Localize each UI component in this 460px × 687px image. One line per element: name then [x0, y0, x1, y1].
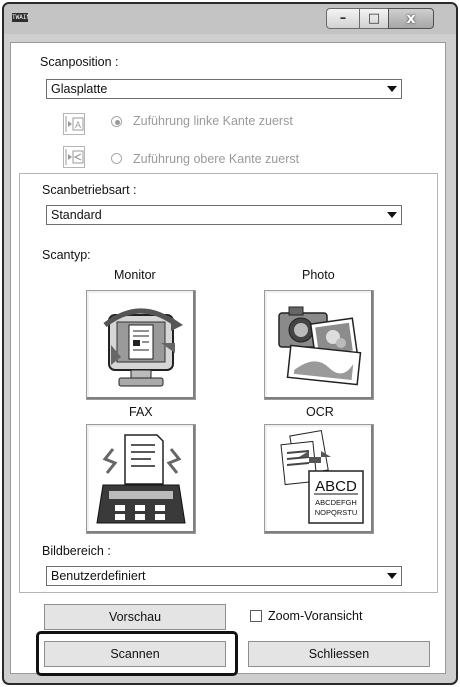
scan-mode-value: Standard [51, 208, 102, 222]
scan-mode-label: Scanbetriebsart : [42, 183, 137, 197]
feed-top-edge-radio[interactable] [111, 153, 122, 164]
scan-type-ocr-label: OCR [306, 405, 334, 419]
scan-type-monitor-label: Monitor [114, 268, 156, 282]
feed-left-edge-radio[interactable] [111, 116, 122, 127]
ocr-small-text-1: ABCDEFGH [315, 498, 357, 507]
feed-left-edge-label: Zuführung linke Kante zuerst [133, 114, 293, 128]
scan-position-select[interactable]: Glasplatte [46, 79, 402, 99]
caption-buttons: – □ x [326, 8, 434, 29]
close-icon: x [406, 11, 416, 27]
preview-button[interactable]: Vorschau [44, 604, 226, 630]
scan-type-label: Scantyp: [42, 248, 91, 262]
photo-icon [278, 306, 362, 386]
scan-settings-group [19, 173, 438, 593]
feed-left-letter: A [75, 120, 81, 130]
minimize-button[interactable]: – [326, 8, 359, 29]
image-area-value: Benutzerdefiniert [51, 569, 146, 583]
maximize-button[interactable]: □ [359, 8, 388, 29]
monitor-icon [103, 308, 183, 387]
scan-mode-select[interactable]: Standard [46, 205, 402, 225]
scan-type-fax-label: FAX [129, 405, 153, 419]
chevron-down-icon [387, 86, 397, 92]
chevron-down-icon [387, 573, 397, 579]
scan-type-monitor-button[interactable] [86, 290, 196, 400]
zoom-preview-checkbox[interactable] [250, 610, 262, 622]
fax-icon [96, 434, 186, 524]
scan-type-photo-label: Photo [302, 268, 335, 282]
chevron-down-icon [387, 212, 397, 218]
feed-top-edge-label: Zuführung obere Kante zuerst [133, 152, 300, 166]
title-bar[interactable]: TWAIN – □ x [4, 4, 456, 34]
ocr-small-text-2: NOPQRSTU [315, 508, 358, 517]
scan-position-value: Glasplatte [51, 82, 108, 96]
feed-left-edge-icon: A [63, 113, 85, 135]
close-button[interactable]: Schliessen [248, 641, 430, 667]
maximize-icon: □ [367, 11, 381, 26]
ocr-big-text: ABCD [315, 478, 357, 495]
image-area-label: Bildbereich : [42, 544, 111, 558]
scan-type-photo-button[interactable] [264, 290, 374, 400]
ocr-icon: ABCD ABCDEFGH NOPQRSTU [280, 429, 364, 524]
scan-type-fax-button[interactable] [86, 424, 196, 534]
scan-button[interactable]: Scannen [44, 641, 226, 667]
image-area-select[interactable]: Benutzerdefiniert [46, 566, 402, 586]
scan-position-label: Scanposition : [40, 55, 119, 69]
zoom-preview-label: Zoom-Voransicht [268, 609, 363, 623]
feed-top-edge-icon [63, 146, 85, 168]
twain-app-icon: TWAIN [12, 13, 28, 22]
close-window-button[interactable]: x [388, 8, 434, 29]
scan-type-ocr-button[interactable]: ABCD ABCDEFGH NOPQRSTU [264, 424, 374, 534]
minimize-icon: – [339, 11, 347, 26]
